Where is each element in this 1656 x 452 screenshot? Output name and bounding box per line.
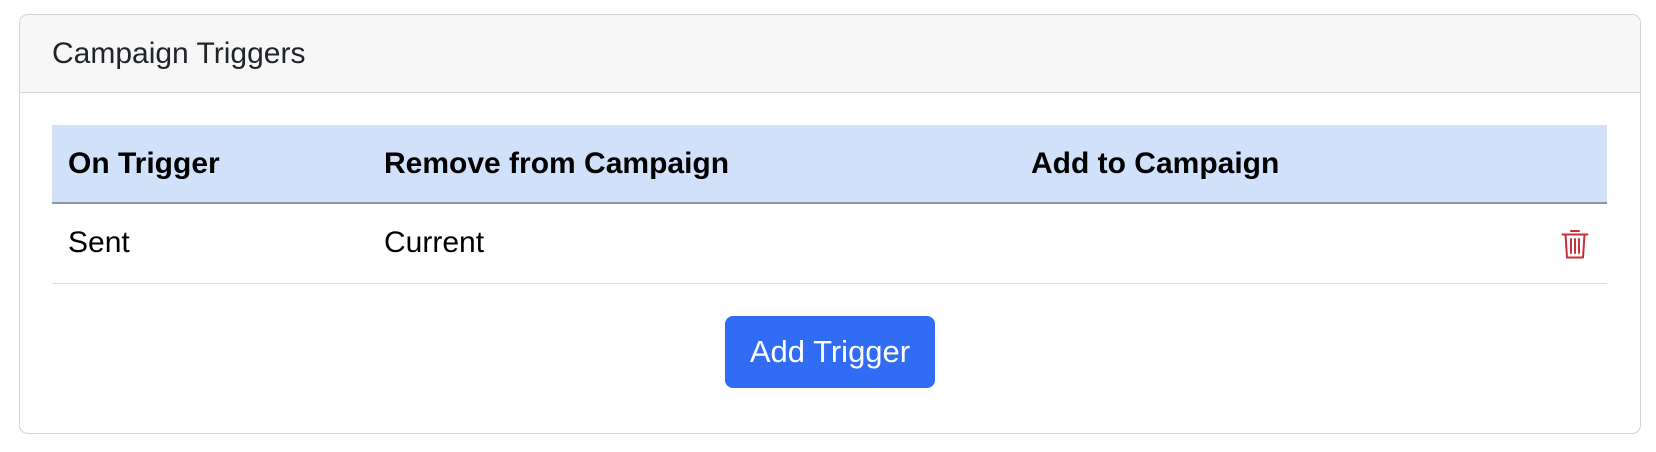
cell-actions — [1535, 203, 1607, 284]
table-body: Sent Current — [52, 203, 1607, 284]
column-header-on-trigger: On Trigger — [52, 125, 368, 204]
card-title: Campaign Triggers — [52, 36, 306, 70]
column-header-add-to-campaign: Add to Campaign — [1015, 125, 1535, 204]
table-row: Sent Current — [52, 203, 1607, 284]
table-header-row: On Trigger Remove from Campaign Add to C… — [52, 125, 1607, 204]
column-header-remove-from-campaign: Remove from Campaign — [368, 125, 1015, 204]
card-body: On Trigger Remove from Campaign Add to C… — [20, 93, 1640, 388]
trash-icon[interactable] — [1561, 228, 1589, 260]
button-row: Add Trigger — [52, 284, 1608, 388]
add-trigger-button[interactable]: Add Trigger — [725, 315, 935, 388]
cell-add-to-campaign — [1015, 203, 1535, 284]
card-header: Campaign Triggers — [20, 15, 1640, 93]
campaign-triggers-card: Campaign Triggers On Trigger Remove from… — [19, 14, 1641, 434]
cell-on-trigger: Sent — [52, 203, 368, 284]
table-header: On Trigger Remove from Campaign Add to C… — [52, 125, 1607, 204]
cell-remove-from-campaign: Current — [368, 203, 1015, 284]
triggers-table: On Trigger Remove from Campaign Add to C… — [52, 125, 1607, 284]
column-header-actions — [1535, 125, 1607, 204]
